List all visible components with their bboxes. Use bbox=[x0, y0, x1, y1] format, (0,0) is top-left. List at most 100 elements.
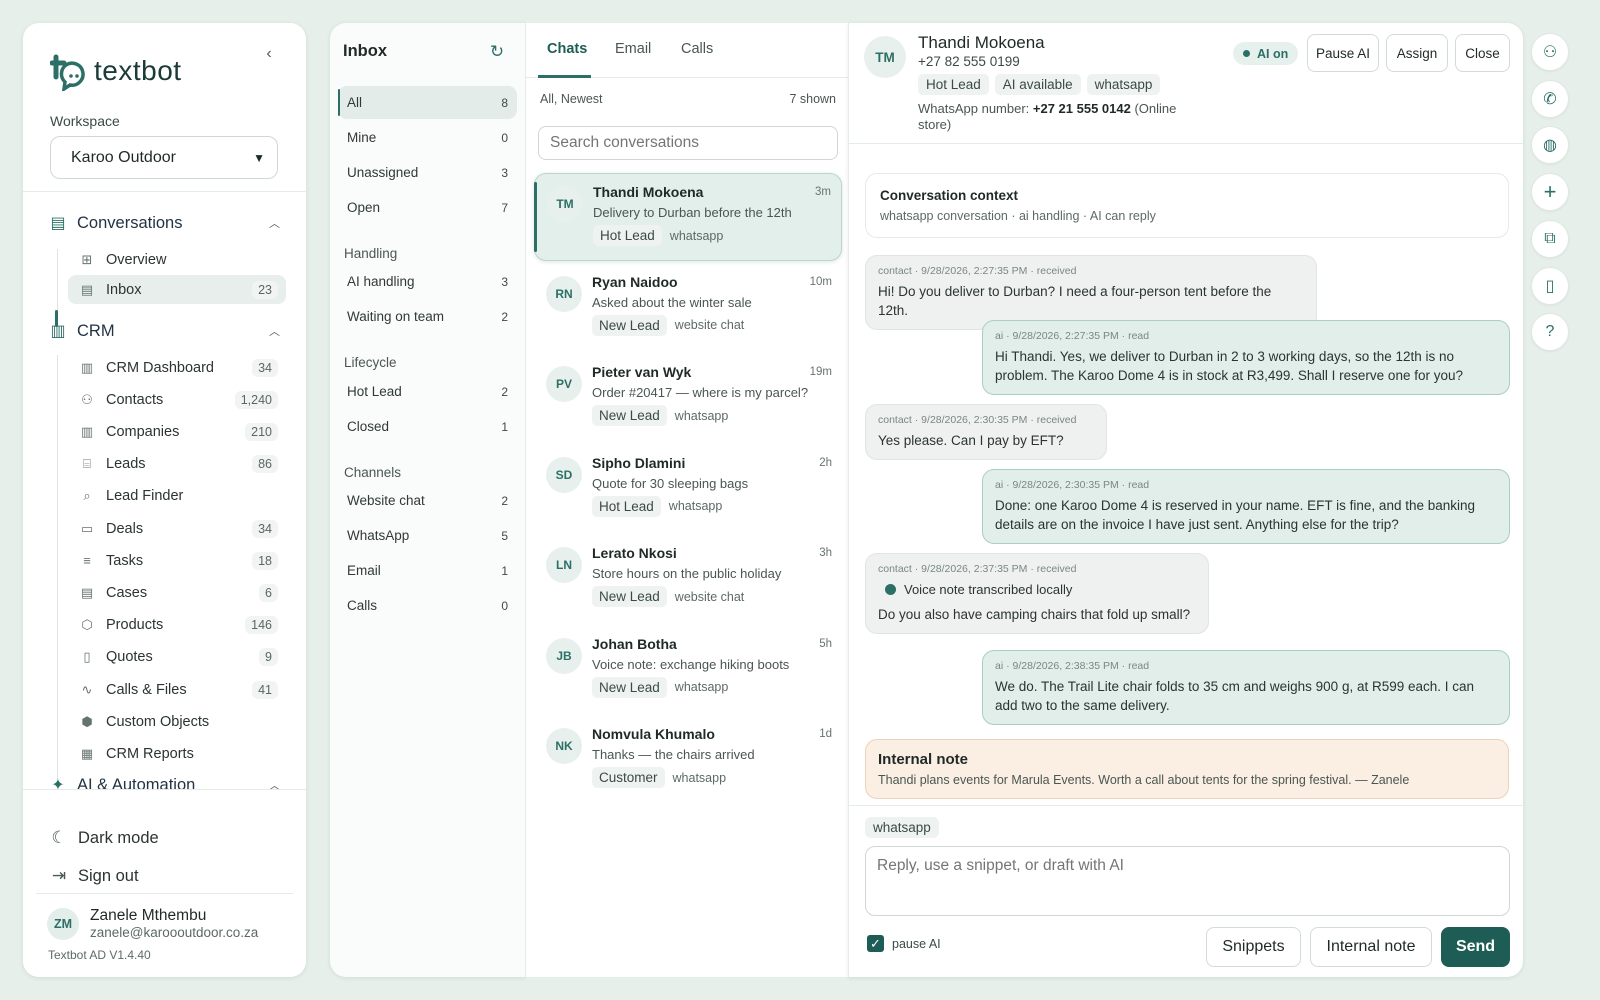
filter-closed[interactable]: Closed 1 bbox=[338, 410, 517, 443]
sidebar-item-count: 1,240 bbox=[234, 390, 278, 409]
assign-button[interactable]: Assign bbox=[1386, 34, 1448, 72]
plus-icon: + bbox=[1543, 179, 1557, 204]
checkmark-icon: ✓ bbox=[867, 935, 884, 952]
chevron-up-icon: ︿ bbox=[269, 218, 280, 230]
close-button[interactable]: Close bbox=[1455, 34, 1510, 72]
box-icon: ⬡ bbox=[81, 617, 93, 633]
conversation-time: 1d bbox=[819, 728, 832, 740]
conversation-preview: Delivery to Durban before the 12th bbox=[593, 205, 792, 220]
filter-unassigned[interactable]: Unassigned 3 bbox=[338, 156, 517, 189]
sort-label[interactable]: All, Newest bbox=[540, 92, 603, 106]
sidebar-item-cases[interactable]: ▤ Cases 6 bbox=[68, 578, 286, 607]
sidebar-item-label: Cases bbox=[106, 584, 148, 601]
message-meta: contact · 9/28/2026, 2:30:35 PM · receiv… bbox=[878, 414, 1077, 426]
sidebar-item-quotes[interactable]: ▯ Quotes 9 bbox=[68, 643, 286, 672]
conversation-item[interactable]: JB Johan Botha 5h Voice note: exchange hiki… bbox=[534, 626, 842, 714]
dark-mode-toggle[interactable]: ☾ Dark mode bbox=[48, 828, 158, 848]
sign-out-label: Sign out bbox=[78, 866, 139, 885]
send-button[interactable]: Send bbox=[1441, 927, 1510, 967]
sidebar-item-calls-files[interactable]: ∿ Calls & Files 41 bbox=[68, 675, 286, 704]
sidebar-item-products[interactable]: ⬡ Products 146 bbox=[68, 611, 286, 640]
filter-waiting-on-team[interactable]: Waiting on team 2 bbox=[338, 300, 517, 333]
avatar: SD bbox=[546, 456, 582, 493]
sidebar-item-crm-dashboard[interactable]: ▥ CRM Dashboard 34 bbox=[68, 353, 286, 382]
filter-mine[interactable]: Mine 0 bbox=[338, 121, 517, 154]
sidebar-item-custom-objects[interactable]: ⬢ Custom Objects bbox=[68, 707, 286, 736]
building-icon: ▥ bbox=[80, 359, 94, 375]
rail-ai-button[interactable]: ◍ bbox=[1531, 126, 1569, 164]
filter-label: Website chat bbox=[347, 493, 425, 508]
workspace-select[interactable]: Karoo Outdoor ▼ bbox=[50, 136, 278, 179]
rail-contact-button[interactable]: ⚇ bbox=[1531, 33, 1569, 71]
tab-email[interactable]: Email bbox=[615, 41, 651, 57]
message-text: Do you also have camping chairs that fol… bbox=[878, 607, 1191, 622]
message-text: Yes please. Can I pay by EFT? bbox=[878, 433, 1064, 448]
filter-hot-lead[interactable]: Hot Lead 2 bbox=[338, 375, 517, 408]
sidebar-item-count: 86 bbox=[252, 455, 278, 474]
filter-website-chat[interactable]: Website chat 2 bbox=[338, 484, 517, 517]
tag-ai-available: AI available bbox=[994, 74, 1081, 95]
sidebar-item-companies[interactable]: ▥ Companies 210 bbox=[68, 417, 286, 446]
filter-calls[interactable]: Calls 0 bbox=[338, 589, 517, 622]
filter-open[interactable]: Open 7 bbox=[338, 191, 517, 224]
sign-out-button[interactable]: ⇥ Sign out bbox=[48, 866, 139, 886]
sidebar-item-lead-finder[interactable]: ⌕ Lead Finder bbox=[68, 482, 286, 511]
checklist-icon: ≡ bbox=[83, 553, 91, 569]
conversation-preview: Order #20417 — where is my parcel? bbox=[592, 385, 809, 400]
sidebar-item-label: Quotes bbox=[106, 649, 153, 666]
sidebar-item-label: Deals bbox=[106, 520, 144, 537]
contact-tags: Hot Lead AI available whatsapp bbox=[918, 74, 1166, 95]
filter-all[interactable]: All 8 bbox=[338, 86, 517, 119]
internal-note-button[interactable]: Internal note bbox=[1310, 927, 1432, 967]
conversation-time: 10m bbox=[809, 275, 832, 288]
conversation-name: Sipho Dlamini bbox=[592, 454, 686, 471]
message-text: Hi Thandi. Yes, we deliver to Durban in … bbox=[995, 349, 1463, 383]
sidebar-item-deals[interactable]: ▭ Deals 34 bbox=[68, 514, 286, 543]
sidebar-item-crm-reports[interactable]: ▦ CRM Reports bbox=[68, 739, 286, 768]
sidebar-item-tasks[interactable]: ≡ Tasks 18 bbox=[68, 546, 286, 575]
refresh-button[interactable]: ↻ bbox=[485, 40, 509, 64]
rail-merge-button[interactable]: ⧉ bbox=[1531, 220, 1569, 258]
filter-whatsapp[interactable]: WhatsApp 5 bbox=[338, 519, 517, 552]
search-input[interactable] bbox=[538, 126, 838, 160]
sidebar-item-leads[interactable]: ⌸ Leads 86 bbox=[68, 450, 286, 479]
user-profile[interactable]: ZM Zanele Mthembu zanele@karoooutdoor.co… bbox=[47, 907, 258, 940]
filter-label: AI handling bbox=[347, 274, 415, 289]
conversation-item[interactable]: LN Lerato Nkosi 3h Store hours on the publi… bbox=[534, 535, 842, 623]
tab-chats[interactable]: Chats bbox=[547, 41, 587, 57]
chart-icon: ▦ bbox=[80, 745, 94, 761]
conversation-preview: Voice note: exchange hiking boots bbox=[592, 656, 790, 672]
rail-help-button[interactable]: ? bbox=[1531, 313, 1569, 351]
section-conversations[interactable]: ▤ Conversations ︿ bbox=[48, 213, 280, 233]
rail-add-button[interactable]: + bbox=[1531, 173, 1569, 211]
rail-clipboard-button[interactable]: ▯ bbox=[1531, 267, 1569, 305]
collapse-sidebar-button[interactable]: ‹ bbox=[256, 41, 282, 67]
contact-name[interactable]: Thandi Mokoena bbox=[918, 33, 1045, 53]
conversation-item[interactable]: PV Pieter van Wyk 19m Order #20417 — where … bbox=[534, 354, 842, 442]
conversation-item[interactable]: TM Thandi Mokoena 3m Delivery to Durban bef… bbox=[534, 173, 842, 261]
sidebar-item-overview[interactable]: ⊞ Overview bbox=[68, 245, 286, 274]
reply-input[interactable] bbox=[865, 846, 1510, 916]
brand-logo[interactable]: textbot bbox=[49, 51, 182, 93]
conversation-preview: Thanks — the chairs arrived bbox=[592, 747, 755, 762]
conversation-item[interactable]: RN Ryan Naidoo 10m Asked about the winter s… bbox=[534, 264, 842, 352]
note-text: Thandi plans events for Marula Events. W… bbox=[878, 773, 1410, 787]
section-crm[interactable]: ▥ CRM ︿ bbox=[48, 321, 280, 341]
ai-status-label: AI on bbox=[1257, 46, 1289, 61]
conversation-item[interactable]: NK Nomvula Khumalo 1d Thanks — the chairs a… bbox=[534, 716, 842, 804]
tab-calls[interactable]: Calls bbox=[681, 41, 713, 57]
divider bbox=[36, 893, 293, 894]
rail-call-button[interactable]: ✆ bbox=[1531, 80, 1569, 118]
sidebar-item-contacts[interactable]: ⚇ Contacts 1,240 bbox=[68, 385, 286, 414]
pause-ai-button[interactable]: Pause AI bbox=[1307, 34, 1379, 72]
filter-ai-handling[interactable]: AI handling 3 bbox=[338, 265, 517, 298]
message-contact: contact · 9/28/2026, 2:30:35 PM · receiv… bbox=[865, 404, 1107, 460]
conversation-item[interactable]: SD Sipho Dlamini 2h Quote for 30 sleeping b… bbox=[534, 445, 842, 533]
voice-note-indicator[interactable]: Voice note transcribed locally bbox=[878, 582, 1196, 597]
pause-ai-checkbox[interactable]: ✓ pause AI bbox=[867, 935, 941, 952]
sidebar-item-inbox[interactable]: ▤ Inbox 23 bbox=[68, 275, 286, 304]
filter-email[interactable]: Email 1 bbox=[338, 554, 517, 587]
snippets-button[interactable]: Snippets bbox=[1206, 927, 1301, 967]
filter-label: Open bbox=[347, 200, 381, 215]
composer-channel-chip[interactable]: whatsapp bbox=[865, 817, 939, 838]
